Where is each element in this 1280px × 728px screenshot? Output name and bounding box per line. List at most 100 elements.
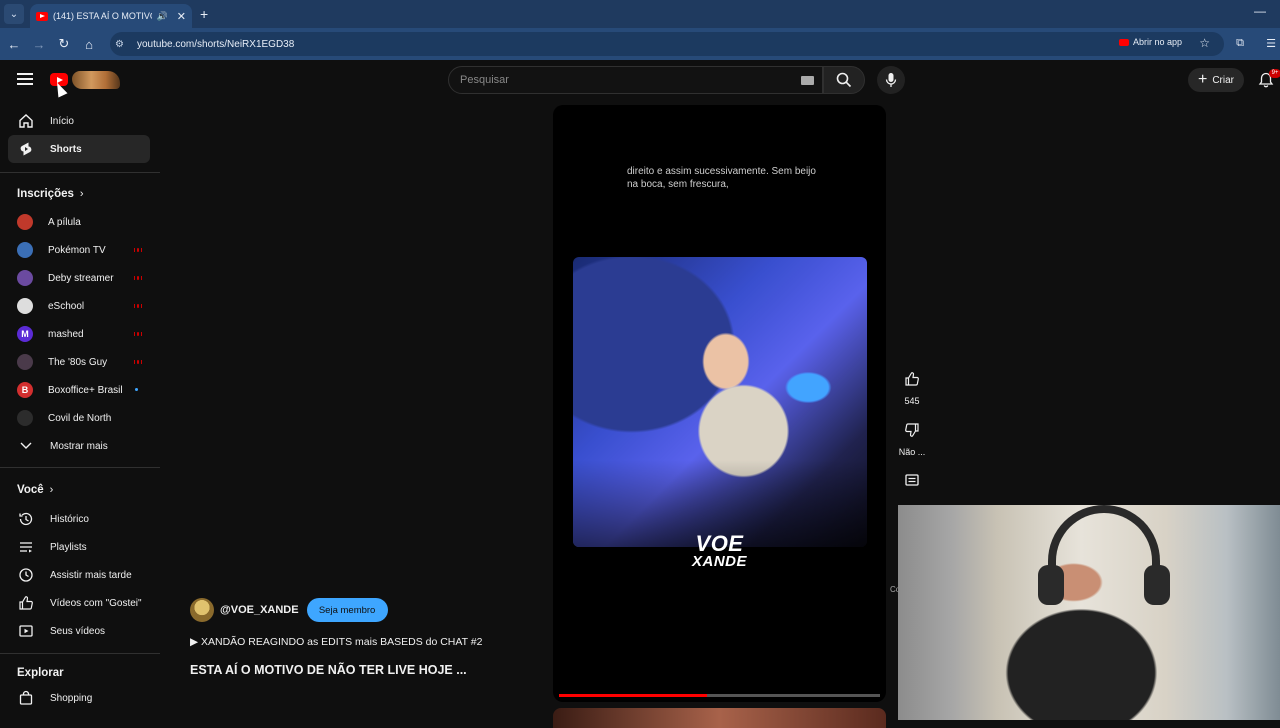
bookmark-star-icon[interactable]: ☆ <box>1199 36 1210 50</box>
sidebar-item-playlists[interactable]: Playlists <box>8 533 150 561</box>
sidebar-item-history[interactable]: Histórico <box>8 505 150 533</box>
extensions-icon[interactable]: ⧉ <box>1236 37 1244 50</box>
speaker-icon[interactable]: 🔊 <box>157 11 168 22</box>
sidebar-item-subscription[interactable]: The '80s Guy <box>8 348 150 376</box>
close-tab-icon[interactable]: ✕ <box>177 10 186 23</box>
sidebar-item-subscription[interactable]: Deby streamer <box>8 264 150 292</box>
playlist-link[interactable]: ▶ XANDÃO REAGINDO as EDITS mais BASEDS d… <box>190 636 482 648</box>
channel-avatar: B <box>17 382 33 398</box>
new-tab-button[interactable]: + <box>200 6 208 22</box>
open-in-app-button[interactable]: Abrir no app <box>1118 37 1182 47</box>
like-count: 545 <box>904 396 920 406</box>
chevron-right-icon: › <box>79 188 84 200</box>
keyboard-icon[interactable] <box>801 76 814 85</box>
comments-icon <box>905 474 919 486</box>
sidebar-item-label: A pílula <box>48 216 81 228</box>
sidebar-item-shorts[interactable]: Shorts <box>8 135 150 163</box>
home-button[interactable]: ⌂ <box>78 33 100 55</box>
youtube-header: Pesquisar + Criar 9+ <box>0 60 1280 100</box>
headphone-cup-left <box>1038 565 1064 605</box>
subscriptions-heading[interactable]: Inscrições › <box>17 188 84 200</box>
explore-heading-label: Explorar <box>17 667 64 679</box>
join-membership-button[interactable]: Seja membro <box>306 598 388 622</box>
reload-button[interactable]: ↻ <box>53 33 75 55</box>
minimize-window-button[interactable]: — <box>1254 4 1266 18</box>
plus-icon: + <box>1197 71 1208 88</box>
sidebar-item-subscription[interactable]: M mashed <box>8 320 150 348</box>
sidebar-item-label: The '80s Guy <box>48 356 108 368</box>
channel-avatar: M <box>17 326 33 342</box>
sidebar-item-watch-later[interactable]: Assistir mais tarde <box>8 561 150 589</box>
video-progress-bar[interactable] <box>559 694 880 697</box>
sidebar-item-subscription[interactable]: A pílula <box>8 208 150 236</box>
tab-search-button[interactable]: ⌄ <box>4 4 24 24</box>
new-content-dot-icon <box>135 388 138 391</box>
sidebar-item-liked-videos[interactable]: Vídeos com "Gostei" <box>8 589 150 617</box>
dislike-button[interactable] <box>896 416 928 444</box>
channel-name[interactable]: @VOE_XANDE <box>220 604 299 616</box>
search-button[interactable] <box>823 66 865 94</box>
sidebar-item-your-videos[interactable]: Seus vídeos <box>8 617 150 645</box>
like-button[interactable] <box>896 365 928 393</box>
create-button[interactable]: + Criar <box>1188 68 1244 92</box>
sidebar-divider <box>0 172 160 173</box>
next-short-preview[interactable] <box>553 708 886 728</box>
you-heading[interactable]: Você › <box>17 484 53 496</box>
sidebar: Início Shorts Inscrições › A pílula Poké… <box>0 100 160 720</box>
channel-avatar <box>17 270 33 286</box>
back-button[interactable]: ← <box>3 33 25 55</box>
sidebar-item-label: Deby streamer <box>48 272 114 284</box>
browser-toolbar: ← → ↻ ⌂ ⚙ youtube.com/shorts/NeiRX1EGD38… <box>0 28 1280 60</box>
sidebar-item-subscription[interactable]: Covil de North <box>8 404 150 432</box>
explore-heading: Explorar <box>17 667 64 679</box>
browser-tab-strip: ⌄ (141) ESTA AÍ O MOTIVO DE 🔊 ✕ + — <box>0 0 1280 28</box>
sidebar-item-home[interactable]: Início <box>8 107 150 135</box>
watch-later-icon <box>17 566 35 584</box>
forward-button[interactable]: → <box>28 33 50 55</box>
video-title[interactable]: ESTA AÍ O MOTIVO DE NÃO TER LIVE HOJE ..… <box>190 663 467 677</box>
sidebar-item-shopping[interactable]: Shopping <box>8 684 150 712</box>
live-indicator-icon <box>134 304 142 308</box>
voice-search-button[interactable] <box>877 66 905 94</box>
sidebar-item-subscription[interactable]: eSchool <box>8 292 150 320</box>
show-more-label: Mostrar mais <box>50 440 108 452</box>
sidebar-item-label: Seus vídeos <box>50 625 106 637</box>
channel-avatar <box>17 410 33 426</box>
search-input[interactable]: Pesquisar <box>448 66 823 94</box>
comments-button[interactable] <box>896 467 928 495</box>
browser-tab[interactable]: (141) ESTA AÍ O MOTIVO DE 🔊 ✕ <box>30 4 192 28</box>
channel-avatar <box>17 214 33 230</box>
channel-avatar[interactable] <box>190 598 214 622</box>
sidebar-item-label: Shorts <box>50 143 82 155</box>
site-info-icon[interactable]: ⚙ <box>115 39 131 50</box>
tab-title: (141) ESTA AÍ O MOTIVO DE <box>53 11 152 21</box>
menu-icon[interactable] <box>17 73 33 85</box>
show-more-button[interactable]: Mostrar mais <box>8 432 150 460</box>
sidebar-divider <box>0 467 160 468</box>
channel-avatar <box>17 242 33 258</box>
chevron-right-icon: › <box>49 484 54 496</box>
shopping-bag-icon <box>17 689 35 707</box>
search-icon <box>836 72 852 88</box>
youtube-favicon-icon <box>36 11 48 21</box>
address-bar[interactable]: ⚙ youtube.com/shorts/NeiRX1EGD38 Abrir n… <box>110 32 1224 56</box>
headphone-cup-right <box>1144 565 1170 605</box>
watermark-line-2: XANDE <box>691 553 747 570</box>
playlists-icon <box>17 538 35 556</box>
sidebar-item-label: mashed <box>48 328 84 340</box>
dislike-icon <box>905 423 919 437</box>
sidebar-item-subscription[interactable]: Pokémon TV <box>8 236 150 264</box>
sidebar-item-label: Boxoffice+ Brasil <box>48 384 123 396</box>
url-text[interactable]: youtube.com/shorts/NeiRX1EGD38 <box>137 39 294 50</box>
side-panel-icon[interactable]: ☰ <box>1266 37 1276 50</box>
sidebar-item-label: Pokémon TV <box>48 244 106 256</box>
sidebar-item-subscription[interactable]: B Boxoffice+ Brasil <box>8 376 150 404</box>
like-icon <box>905 372 919 386</box>
your-videos-icon <box>17 622 35 640</box>
dislike-label: Não ... <box>898 447 926 457</box>
create-label: Criar <box>1212 74 1234 86</box>
shorts-video-player[interactable]: direito e assim sucessivamente. Sem beij… <box>553 105 886 702</box>
sidebar-item-label: Vídeos com "Gostei" <box>50 597 142 609</box>
you-heading-label: Você <box>17 484 44 496</box>
subscriptions-heading-label: Inscrições <box>17 188 74 200</box>
